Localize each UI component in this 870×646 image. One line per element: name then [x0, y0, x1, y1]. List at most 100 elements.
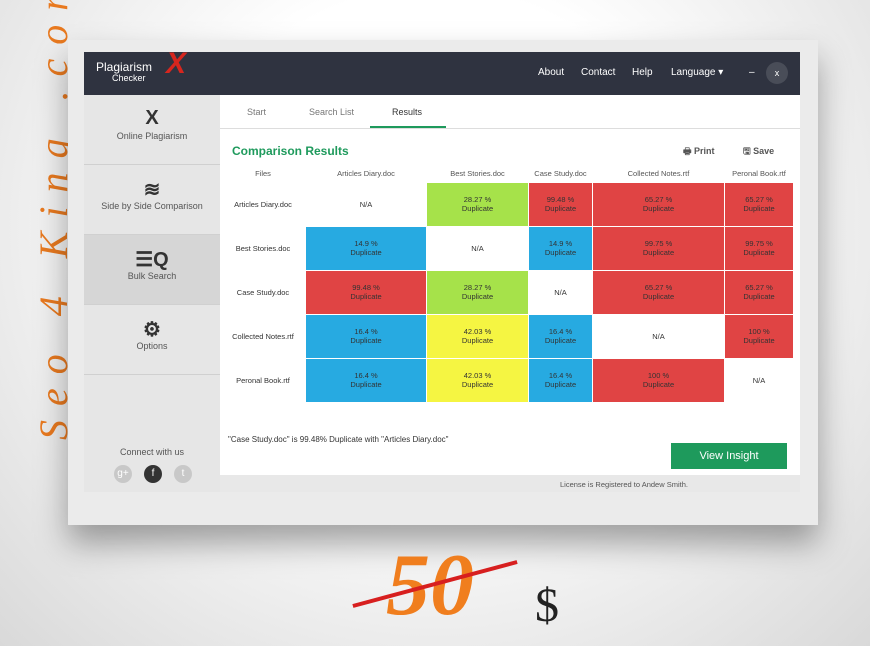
sidebar-item-label: Online Plagiarism — [116, 131, 188, 141]
cell-percent: 16.4 % — [354, 327, 378, 336]
sidebar-item-options[interactable]: ⚙ Options — [84, 305, 220, 375]
comparison-cell[interactable]: 65.27 % Duplicate — [592, 181, 725, 227]
print-button[interactable]: 🖶 Print — [683, 144, 715, 160]
app-window: Plagiarism Checker X About Contact Help La… — [84, 47, 800, 492]
comparison-cell[interactable]: 14.9 % Duplicate — [305, 225, 427, 271]
comparison-cell[interactable]: 65.27 % Duplicate — [724, 269, 794, 315]
minimize-button[interactable]: – — [749, 67, 755, 78]
language-dropdown[interactable]: Language ▾ — [671, 67, 723, 78]
cell-percent: 28.27 % — [463, 195, 492, 204]
cell-label: Duplicate — [350, 380, 382, 389]
comparison-cell[interactable]: 28.27 % Duplicate — [426, 269, 529, 315]
nav-help[interactable]: Help — [632, 67, 653, 78]
comparison-cell[interactable]: 99.75 % Duplicate — [592, 225, 725, 271]
facebook-icon[interactable]: f — [144, 465, 162, 483]
column-header: Case Study.doc — [534, 169, 587, 179]
save-button[interactable]: 🖫 Save — [743, 144, 774, 160]
main-panel: Start Search List Results Comparison Res… — [220, 95, 800, 475]
comparison-cell[interactable]: 16.4 % Duplicate — [305, 357, 427, 403]
comparison-cell[interactable]: N/A — [426, 225, 529, 271]
column-header: Best Stories.doc — [450, 169, 505, 179]
tab-start[interactable]: Start — [247, 107, 266, 117]
tab-divider — [220, 128, 800, 129]
comparison-cell[interactable]: 28.27 % Duplicate — [426, 181, 529, 227]
sidebar-item-label: Side by Side Comparison — [101, 201, 203, 211]
printer-icon: 🖶 — [683, 146, 694, 156]
layers-icon: ≋ — [143, 179, 161, 201]
bulk-search-icon: ☰Q — [135, 249, 169, 271]
cell-percent: 100 % — [647, 371, 670, 380]
twitter-icon[interactable]: t — [174, 465, 192, 483]
cell-percent: 42.03 % — [463, 327, 492, 336]
cell-percent: N/A — [359, 199, 373, 209]
row-file-name: Case Study.doc — [220, 269, 306, 315]
cell-percent: 65.27 % — [644, 283, 673, 292]
cell-label: Duplicate — [743, 292, 775, 301]
sidebar-item-side-by-side-comparison[interactable]: ≋ Side by Side Comparison — [84, 165, 220, 235]
cell-label: Duplicate — [544, 380, 577, 389]
row-file-name: Peronal Book.rtf — [220, 357, 306, 403]
google-plus-icon[interactable]: g+ — [114, 465, 132, 483]
cell-label: Duplicate — [461, 380, 494, 389]
comparison-cell[interactable]: N/A — [305, 181, 427, 227]
column-header: Files — [255, 169, 271, 179]
sidebar-item-label: Options — [136, 341, 168, 351]
comparison-cell[interactable]: 14.9 % Duplicate — [528, 225, 593, 271]
comparison-cell[interactable]: 42.03 % Duplicate — [426, 357, 529, 403]
close-button[interactable]: x — [766, 62, 788, 84]
comparison-cell[interactable]: N/A — [724, 357, 794, 403]
column-header: Peronal Book.rtf — [732, 169, 786, 179]
status-message: "Case Study.doc" is 99.48% Duplicate wit… — [228, 435, 449, 444]
tab-search-list[interactable]: Search List — [309, 107, 354, 117]
cell-percent: 99.48 % — [352, 283, 380, 292]
row-file-name: Collected Notes.rtf — [220, 313, 306, 359]
nav-about[interactable]: About — [538, 67, 564, 78]
cell-percent: 99.75 % — [745, 239, 773, 248]
logo: Plagiarism Checker X — [96, 47, 187, 84]
cell-percent: 16.4 % — [548, 327, 573, 336]
comparison-cell[interactable]: 99.48 % Duplicate — [305, 269, 427, 315]
cell-label: Duplicate — [743, 248, 775, 257]
cell-label: Duplicate — [461, 336, 494, 345]
comparison-cell[interactable]: 42.03 % Duplicate — [426, 313, 529, 359]
cell-percent: 99.48 % — [546, 195, 575, 204]
comparison-cell[interactable]: 16.4 % Duplicate — [528, 357, 593, 403]
comparison-cell[interactable]: N/A — [592, 313, 725, 359]
page-title: Comparison Results — [232, 144, 349, 158]
cell-label: Duplicate — [350, 292, 382, 301]
table-row: Best Stories.doc 14.9 % Duplicate N/A 14.9 %… — [220, 225, 794, 271]
currency-symbol: $ — [535, 579, 559, 632]
cell-percent: 14.9 % — [354, 239, 378, 248]
comparison-cell[interactable]: 65.27 % Duplicate — [724, 181, 794, 227]
comparison-cell[interactable]: 99.48 % Duplicate — [528, 181, 593, 227]
cell-percent: 14.9 % — [548, 239, 573, 248]
cell-label: Duplicate — [743, 204, 775, 213]
cell-percent: 42.03 % — [463, 371, 492, 380]
cell-percent: 28.27 % — [463, 283, 492, 292]
cell-percent: N/A — [752, 375, 766, 385]
row-file-name: Best Stories.doc — [220, 225, 306, 271]
comparison-cell[interactable]: 16.4 % Duplicate — [528, 313, 593, 359]
sidebar-item-bulk-search[interactable]: ☰Q Bulk Search — [84, 235, 220, 305]
cell-percent: N/A — [471, 243, 484, 253]
comparison-cell[interactable]: 65.27 % Duplicate — [592, 269, 725, 315]
sidebar-item-label: Bulk Search — [127, 271, 177, 281]
comparison-cell[interactable]: 99.75 % Duplicate — [724, 225, 794, 271]
comparison-cell[interactable]: N/A — [528, 269, 593, 315]
view-insight-button[interactable]: View Insight — [671, 443, 787, 469]
row-file-name: Articles Diary.doc — [220, 181, 306, 227]
cell-percent: N/A — [652, 331, 665, 341]
nav-contact[interactable]: Contact — [581, 67, 615, 78]
comparison-cell[interactable]: 100 % Duplicate — [724, 313, 794, 359]
cell-percent: 16.4 % — [354, 371, 378, 380]
cell-label: Duplicate — [642, 204, 675, 213]
sidebar-item-online-plagiarism[interactable]: X Online Plagiarism — [84, 95, 220, 165]
comparison-cell[interactable]: 100 % Duplicate — [592, 357, 725, 403]
tab-results[interactable]: Results — [392, 107, 422, 117]
comparison-cell[interactable]: 16.4 % Duplicate — [305, 313, 427, 359]
cell-label: Duplicate — [544, 204, 577, 213]
cell-percent: 65.27 % — [745, 195, 773, 204]
license-text: License is Registered to Andew Smith. — [560, 480, 688, 489]
cell-label: Duplicate — [642, 380, 675, 389]
gear-icon: ⚙ — [143, 319, 161, 341]
